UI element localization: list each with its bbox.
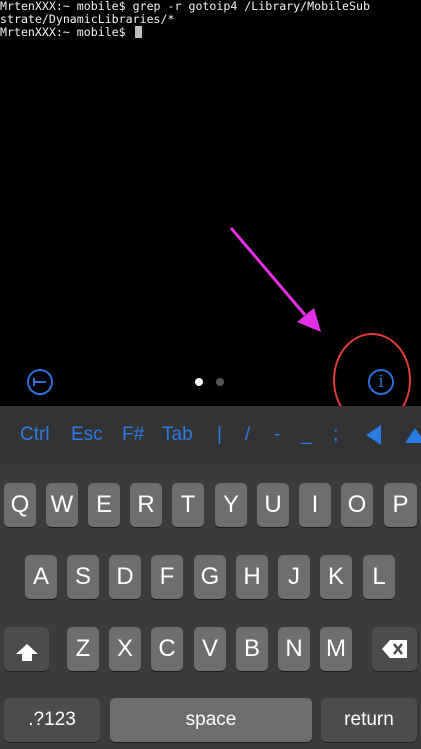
page-dot-2[interactable] — [216, 378, 224, 386]
key-z[interactable]: Z — [67, 627, 99, 671]
keyboard: Q W E R T Y U I O P A S D F G H J K L Z … — [0, 464, 421, 749]
delete-icon — [381, 640, 407, 658]
key-b[interactable]: B — [236, 627, 268, 671]
key-t[interactable]: T — [172, 483, 204, 527]
shift-key[interactable] — [4, 627, 49, 671]
shift-icon — [15, 644, 38, 661]
page-indicator[interactable] — [195, 378, 224, 386]
key-i[interactable]: I — [299, 483, 331, 527]
dash-key[interactable]: - — [274, 424, 280, 446]
return-key[interactable]: return — [321, 698, 417, 742]
key-e[interactable]: E — [88, 483, 120, 527]
hide-keyboard-button[interactable] — [27, 369, 53, 395]
key-g[interactable]: G — [194, 555, 226, 599]
key-y[interactable]: Y — [215, 483, 247, 527]
page-dot-1[interactable] — [195, 378, 203, 386]
pipe-key[interactable]: | — [217, 424, 222, 446]
key-r[interactable]: R — [130, 483, 162, 527]
terminal-output[interactable]: MrtenXXX:~ mobile$ grep -r gotoip4 /Libr… — [0, 0, 421, 360]
esc-key[interactable]: Esc — [71, 424, 103, 446]
slash-key[interactable]: / — [245, 424, 250, 446]
key-c[interactable]: C — [151, 627, 183, 671]
tab-key[interactable]: Tab — [162, 424, 193, 446]
delete-key[interactable] — [372, 627, 417, 671]
semicolon-key[interactable]: ; — [333, 424, 338, 446]
key-v[interactable]: V — [194, 627, 226, 671]
text-cursor — [134, 26, 142, 38]
key-x[interactable]: X — [109, 627, 141, 671]
key-p[interactable]: P — [384, 483, 417, 527]
ctrl-key[interactable]: Ctrl — [20, 424, 50, 446]
terminal-line-3: MrtenXXX:~ mobile$ — [0, 26, 421, 39]
key-j[interactable]: J — [278, 555, 310, 599]
prompt-text: MrtenXXX:~ mobile$ — [0, 25, 133, 39]
function-key[interactable]: F# — [122, 424, 144, 446]
key-f[interactable]: F — [151, 555, 183, 599]
key-l[interactable]: L — [363, 555, 395, 599]
info-button[interactable]: i — [368, 369, 394, 395]
key-d[interactable]: D — [109, 555, 141, 599]
key-s[interactable]: S — [67, 555, 99, 599]
key-q[interactable]: Q — [4, 483, 36, 527]
underscore-key[interactable]: _ — [301, 424, 312, 446]
key-u[interactable]: U — [257, 483, 289, 527]
space-key[interactable]: space — [110, 698, 312, 742]
key-o[interactable]: O — [341, 483, 373, 527]
numbers-key[interactable]: .?123 — [4, 698, 100, 742]
hide-keyboard-icon — [33, 378, 46, 386]
key-m[interactable]: M — [320, 627, 352, 671]
arrow-up-icon[interactable] — [405, 428, 421, 443]
key-h[interactable]: H — [236, 555, 268, 599]
arrow-left-icon[interactable] — [366, 425, 381, 445]
key-k[interactable]: K — [320, 555, 352, 599]
key-n[interactable]: N — [278, 627, 310, 671]
accessory-key-bar: Ctrl Esc F# Tab | / - _ ; — [0, 406, 421, 464]
key-w[interactable]: W — [46, 483, 78, 527]
info-icon: i — [378, 371, 384, 392]
key-a[interactable]: A — [25, 555, 57, 599]
